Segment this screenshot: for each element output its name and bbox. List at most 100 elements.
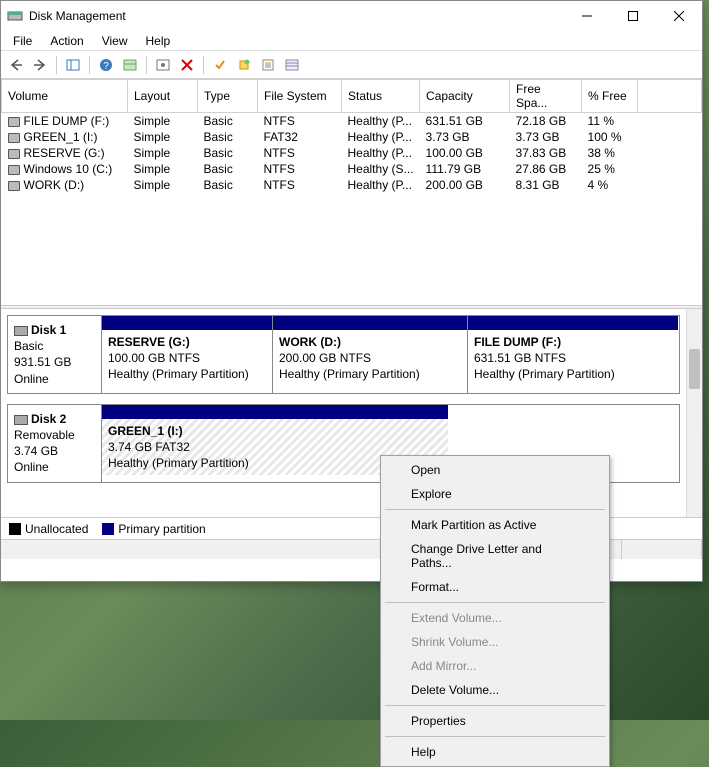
- volume-list[interactable]: Volume Layout Type File System Status Ca…: [1, 79, 702, 305]
- col-volume[interactable]: Volume: [2, 80, 128, 113]
- context-menu-item: Add Mirror...: [383, 654, 607, 678]
- toolbar-separator: [56, 56, 57, 74]
- drive-icon: [8, 117, 20, 127]
- context-menu-item[interactable]: Format...: [383, 575, 607, 599]
- cell-name: GREEN_1 (I:): [2, 129, 128, 145]
- partition[interactable]: FILE DUMP (F:)631.51 GB NTFSHealthy (Pri…: [467, 316, 678, 393]
- settings-icon[interactable]: [152, 54, 174, 76]
- legend-swatch-primary: [102, 523, 114, 535]
- cell-type: Basic: [198, 113, 258, 130]
- window-controls: [564, 1, 702, 31]
- app-icon: [7, 8, 23, 24]
- partition-header: [468, 316, 678, 330]
- volume-row[interactable]: FILE DUMP (F:)SimpleBasicNTFSHealthy (P.…: [2, 113, 702, 130]
- new-icon[interactable]: [233, 54, 255, 76]
- partition[interactable]: RESERVE (G:)100.00 GB NTFSHealthy (Prima…: [102, 316, 272, 393]
- menu-action[interactable]: Action: [42, 32, 91, 50]
- cell-capacity: 200.00 GB: [420, 177, 510, 193]
- cell-pct: 4 %: [582, 177, 638, 193]
- col-layout[interactable]: Layout: [128, 80, 198, 113]
- col-filesystem[interactable]: File System: [258, 80, 342, 113]
- cell-fs: NTFS: [258, 161, 342, 177]
- properties-icon[interactable]: [257, 54, 279, 76]
- col-type[interactable]: Type: [198, 80, 258, 113]
- menu-file[interactable]: File: [5, 32, 40, 50]
- col-capacity[interactable]: Capacity: [420, 80, 510, 113]
- scrollbar-thumb[interactable]: [689, 349, 700, 389]
- col-extra[interactable]: [638, 80, 702, 113]
- disk-map: RESERVE (G:)100.00 GB NTFSHealthy (Prima…: [102, 316, 679, 393]
- col-pctfree[interactable]: % Free: [582, 80, 638, 113]
- cell-free: 8.31 GB: [510, 177, 582, 193]
- cell-layout: Simple: [128, 129, 198, 145]
- cell-free: 3.73 GB: [510, 129, 582, 145]
- context-menu-item[interactable]: Open: [383, 458, 607, 482]
- refresh-icon[interactable]: [119, 54, 141, 76]
- svg-text:?: ?: [103, 61, 109, 72]
- cell-free: 27.86 GB: [510, 161, 582, 177]
- legend-unallocated: Unallocated: [25, 522, 88, 536]
- context-menu-item[interactable]: Properties: [383, 709, 607, 733]
- disk-row: Disk 1Basic931.51 GBOnlineRESERVE (G:)10…: [7, 315, 680, 394]
- help-icon[interactable]: ?: [95, 54, 117, 76]
- disk-icon: [14, 326, 28, 336]
- volume-table: Volume Layout Type File System Status Ca…: [1, 79, 702, 193]
- disk-label[interactable]: Disk 2Removable3.74 GBOnline: [8, 405, 102, 482]
- cell-free: 72.18 GB: [510, 113, 582, 130]
- toolbar-separator: [89, 56, 90, 74]
- cell-status: Healthy (S...: [342, 161, 420, 177]
- volume-row[interactable]: RESERVE (G:)SimpleBasicNTFSHealthy (P...…: [2, 145, 702, 161]
- status-cell: [622, 540, 702, 559]
- cell-status: Healthy (P...: [342, 113, 420, 130]
- close-button[interactable]: [656, 1, 702, 31]
- context-menu-item[interactable]: Mark Partition as Active: [383, 513, 607, 537]
- list-icon[interactable]: [281, 54, 303, 76]
- context-menu-item[interactable]: Change Drive Letter and Paths...: [383, 537, 607, 575]
- cell-status: Healthy (P...: [342, 145, 420, 161]
- partition-body: WORK (D:)200.00 GB NTFSHealthy (Primary …: [273, 330, 467, 387]
- context-menu-separator: [385, 509, 605, 510]
- disk-icon: [14, 415, 28, 425]
- col-status[interactable]: Status: [342, 80, 420, 113]
- context-menu-item: Extend Volume...: [383, 606, 607, 630]
- partition[interactable]: WORK (D:)200.00 GB NTFSHealthy (Primary …: [272, 316, 467, 393]
- cell-capacity: 100.00 GB: [420, 145, 510, 161]
- volume-row[interactable]: WORK (D:)SimpleBasicNTFSHealthy (P...200…: [2, 177, 702, 193]
- context-menu-item[interactable]: Delete Volume...: [383, 678, 607, 702]
- cell-free: 37.83 GB: [510, 145, 582, 161]
- cell-name: WORK (D:): [2, 177, 128, 193]
- partition-body: RESERVE (G:)100.00 GB NTFSHealthy (Prima…: [102, 330, 272, 387]
- show-hide-tree-icon[interactable]: [62, 54, 84, 76]
- cell-layout: Simple: [128, 113, 198, 130]
- menu-view[interactable]: View: [94, 32, 136, 50]
- cell-type: Basic: [198, 129, 258, 145]
- cell-capacity: 3.73 GB: [420, 129, 510, 145]
- vertical-scrollbar[interactable]: [686, 309, 702, 517]
- col-freespace[interactable]: Free Spa...: [510, 80, 582, 113]
- volume-row[interactable]: GREEN_1 (I:)SimpleBasicFAT32Healthy (P..…: [2, 129, 702, 145]
- menu-help[interactable]: Help: [138, 32, 179, 50]
- disk-label[interactable]: Disk 1Basic931.51 GBOnline: [8, 316, 102, 393]
- legend-swatch-unallocated: [9, 523, 21, 535]
- cell-capacity: 631.51 GB: [420, 113, 510, 130]
- drive-icon: [8, 181, 20, 191]
- forward-icon[interactable]: [29, 54, 51, 76]
- back-icon[interactable]: [5, 54, 27, 76]
- cell-fs: NTFS: [258, 145, 342, 161]
- cell-layout: Simple: [128, 161, 198, 177]
- delete-icon[interactable]: [176, 54, 198, 76]
- cell-pct: 38 %: [582, 145, 638, 161]
- minimize-button[interactable]: [564, 1, 610, 31]
- check-icon[interactable]: [209, 54, 231, 76]
- context-menu-separator: [385, 602, 605, 603]
- cell-layout: Simple: [128, 177, 198, 193]
- context-menu-item[interactable]: Help: [383, 740, 607, 764]
- context-menu-item[interactable]: Explore: [383, 482, 607, 506]
- context-menu: OpenExplore Mark Partition as ActiveChang…: [380, 455, 610, 767]
- volume-row[interactable]: Windows 10 (C:)SimpleBasicNTFSHealthy (S…: [2, 161, 702, 177]
- partition-header: [102, 316, 272, 330]
- maximize-button[interactable]: [610, 1, 656, 31]
- partition-header: [273, 316, 467, 330]
- titlebar[interactable]: Disk Management: [1, 1, 702, 31]
- cell-status: Healthy (P...: [342, 177, 420, 193]
